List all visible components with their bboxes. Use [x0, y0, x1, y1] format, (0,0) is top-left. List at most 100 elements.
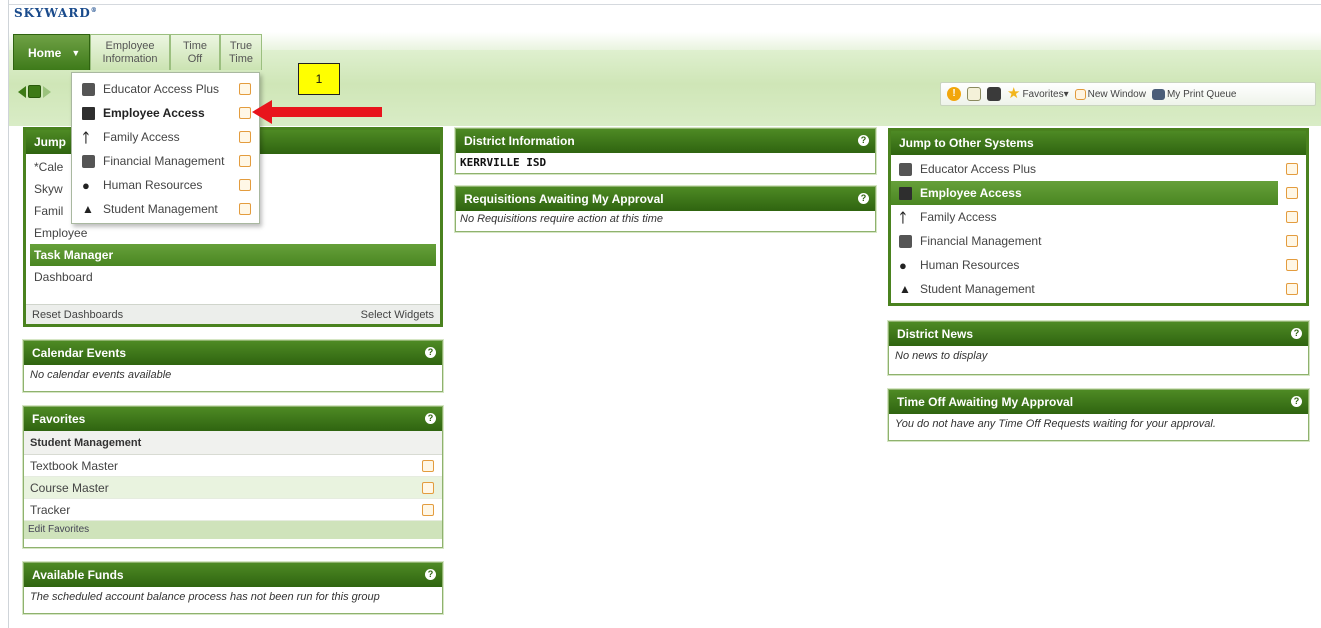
new-window-icon[interactable]	[239, 83, 251, 95]
time-off-approval-panel: Time Off Awaiting My Approval? You do no…	[888, 389, 1309, 441]
favorite-label: Tracker	[30, 503, 71, 517]
tab-time-off[interactable]: Time Off	[170, 34, 220, 70]
menu-item-employee-access[interactable]: Employee Access	[72, 101, 259, 125]
tab-home[interactable]: Home ▼	[13, 34, 90, 70]
jump-row-selected[interactable]: Task Manager	[30, 244, 436, 266]
new-window-icon[interactable]	[422, 504, 434, 516]
system-link-student-management[interactable]: ▲ Student Management	[891, 277, 1306, 301]
notes-icon[interactable]	[967, 87, 981, 101]
star-icon: ★	[1007, 85, 1021, 102]
new-window-icon[interactable]	[1286, 211, 1298, 223]
top-border	[8, 4, 1321, 5]
menu-item-educator-access-plus[interactable]: Educator Access Plus	[72, 77, 259, 101]
new-window-icon[interactable]	[239, 179, 251, 191]
panel-header: Calendar Events?	[24, 341, 442, 365]
new-window-icon[interactable]	[239, 107, 251, 119]
edit-favorites-link[interactable]: Edit Favorites	[24, 521, 442, 539]
new-window-icon[interactable]	[1286, 163, 1298, 175]
system-link-family-access[interactable]: ᛏ Family Access	[891, 205, 1306, 229]
tab-employee-information[interactable]: Employee Information	[90, 34, 170, 70]
available-funds-panel: Available Funds? The scheduled account b…	[23, 562, 443, 614]
menu-item-family-access[interactable]: ᛏ Family Access	[72, 125, 259, 149]
print-queue-button[interactable]: My Print Queue	[1151, 88, 1237, 100]
help-icon[interactable]: ?	[1291, 328, 1302, 339]
new-window-icon[interactable]	[239, 131, 251, 143]
help-icon[interactable]: ?	[425, 569, 436, 580]
jump-row-label: Famil	[34, 204, 64, 218]
forward-arrow-icon[interactable]	[43, 85, 51, 98]
help-icon[interactable]: ?	[858, 135, 869, 146]
annotation-arrow	[270, 107, 382, 117]
jump-row[interactable]: Dashboard	[26, 266, 440, 288]
menu-item-financial-management[interactable]: Financial Management	[72, 149, 259, 173]
favorite-item[interactable]: Textbook Master	[24, 455, 442, 477]
favorite-label: Textbook Master	[30, 459, 119, 473]
calculator-icon	[899, 234, 912, 248]
graduation-cap-icon: ▲	[82, 201, 94, 216]
panel-header: Available Funds?	[24, 563, 442, 587]
new-window-button[interactable]: New Window	[1074, 88, 1146, 100]
reset-dashboards-link[interactable]: Reset Dashboards	[32, 305, 123, 324]
camera-icon[interactable]	[987, 87, 1001, 101]
print-queue-label: My Print Queue	[1166, 88, 1237, 100]
help-icon[interactable]: ?	[425, 347, 436, 358]
system-link-human-resources[interactable]: ● Human Resources	[891, 253, 1306, 277]
district-name: KERRVILLE ISD	[460, 156, 547, 169]
tab-label: Employee Information	[102, 39, 158, 65]
system-link-educator-access-plus[interactable]: Educator Access Plus	[891, 157, 1306, 181]
menu-item-label: Educator Access Plus	[103, 82, 220, 96]
empty-message: The scheduled account balance process ha…	[30, 591, 380, 603]
tab-true-time[interactable]: True Time	[220, 34, 262, 70]
menu-item-human-resources[interactable]: ● Human Resources	[72, 173, 259, 197]
jump-row-label: *Cale	[34, 160, 64, 174]
back-arrow-icon[interactable]	[18, 85, 26, 98]
menu-item-student-management[interactable]: ▲ Student Management	[72, 197, 259, 221]
new-window-label: New Window	[1087, 88, 1146, 100]
new-window-icon[interactable]	[1286, 283, 1298, 295]
menu-item-label: Employee Access	[103, 106, 205, 120]
history-nav	[18, 85, 51, 98]
calendar-events-panel: Calendar Events? No calendar events avai…	[23, 340, 443, 392]
annotation-callout: 1	[298, 63, 340, 95]
calculator-icon	[82, 82, 95, 96]
system-label: Financial Management	[920, 234, 1042, 248]
system-link-financial-management[interactable]: Financial Management	[891, 229, 1306, 253]
panel-header: District Information?	[456, 129, 875, 153]
new-window-icon[interactable]	[239, 203, 251, 215]
briefcase-icon	[899, 186, 912, 200]
new-window-icon[interactable]	[422, 482, 434, 494]
new-window-icon[interactable]	[422, 460, 434, 472]
requisitions-panel: Requisitions Awaiting My Approval? No Re…	[455, 186, 876, 232]
home-icon[interactable]	[28, 85, 41, 98]
favorites-menu[interactable]: ★ Favorites▾	[1007, 85, 1069, 102]
help-icon[interactable]: ?	[1291, 396, 1302, 407]
panel-header: Time Off Awaiting My Approval?	[889, 390, 1308, 414]
panel-title: Favorites	[32, 412, 86, 426]
jump-row[interactable]: Employee	[26, 222, 440, 244]
chevron-down-icon[interactable]: ▼	[71, 48, 80, 58]
favorites-label: Favorites▾	[1022, 88, 1069, 100]
tab-home-label: Home	[28, 45, 62, 60]
favorite-item[interactable]: Course Master	[24, 477, 442, 499]
system-label: Student Management	[920, 282, 1035, 296]
select-widgets-link[interactable]: Select Widgets	[361, 305, 434, 324]
help-icon[interactable]: ?	[858, 193, 869, 204]
panel-header: District News?	[889, 322, 1308, 346]
utility-toolbar: ! ★ Favorites▾ New Window My Print Queue	[940, 82, 1316, 106]
empty-message: No calendar events available	[30, 369, 172, 381]
jump-row-label: Skyw	[34, 182, 63, 196]
help-icon[interactable]: ?	[425, 413, 436, 424]
person-icon: ●	[82, 177, 90, 193]
calculator-icon	[899, 162, 912, 176]
new-window-icon[interactable]	[1286, 187, 1298, 199]
new-window-icon[interactable]	[1286, 259, 1298, 271]
system-link-employee-access[interactable]: Employee Access	[891, 181, 1278, 205]
district-news-panel: District News? No news to display	[888, 321, 1309, 375]
menu-item-label: Human Resources	[103, 178, 203, 192]
new-window-icon[interactable]	[239, 155, 251, 167]
alert-icon[interactable]: !	[947, 87, 961, 101]
briefcase-icon	[82, 106, 95, 120]
new-window-icon[interactable]	[1286, 235, 1298, 247]
favorite-item[interactable]: Tracker	[24, 499, 442, 521]
jump-row-label: Employee	[34, 226, 88, 240]
